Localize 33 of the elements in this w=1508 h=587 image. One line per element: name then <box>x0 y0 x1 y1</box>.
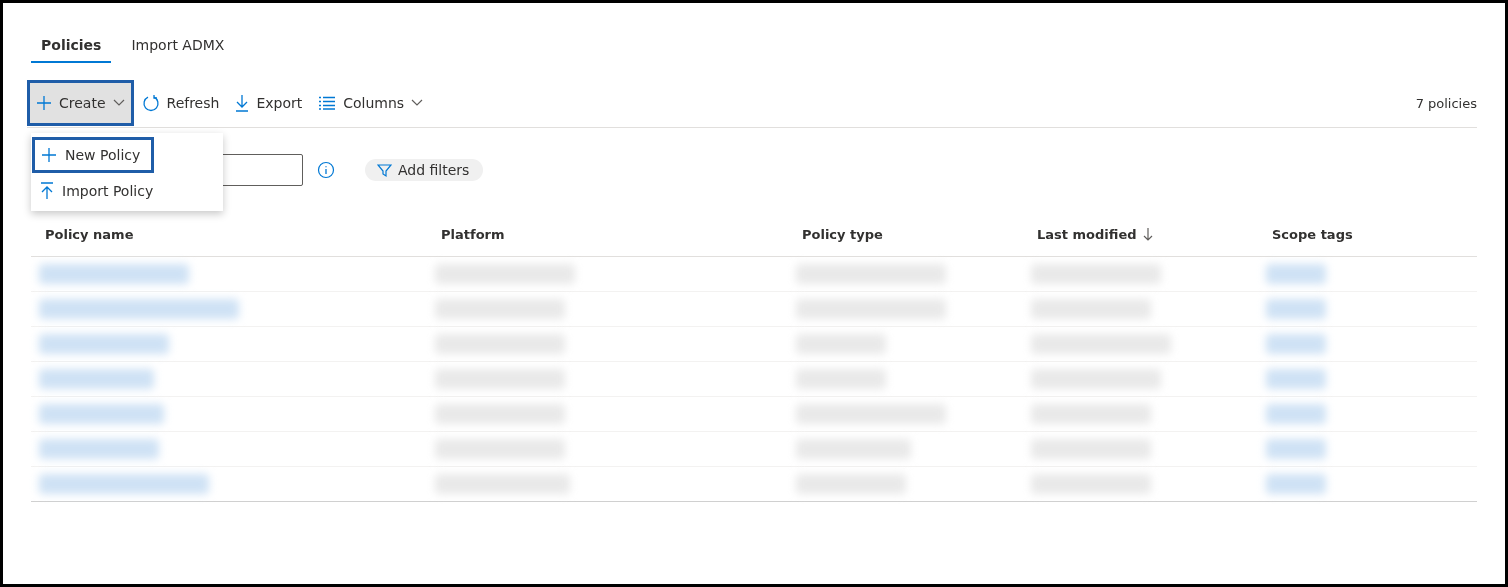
tab[interactable]: Policies <box>31 31 112 63</box>
columns-button[interactable]: Columns <box>310 83 432 123</box>
sort-down-icon <box>1142 227 1153 241</box>
menu-item[interactable]: Import Policy <box>31 173 223 209</box>
column-header[interactable]: Policy name <box>45 226 134 242</box>
download-icon <box>235 94 250 112</box>
blurred-text <box>1266 404 1326 424</box>
create-button[interactable]: Create <box>27 80 134 126</box>
add-filters-button[interactable]: Add filters <box>365 159 484 181</box>
plus-icon <box>41 147 57 163</box>
blurred-text <box>1266 439 1326 459</box>
blurred-text <box>1266 334 1326 354</box>
upload-icon <box>40 182 54 200</box>
column-header[interactable]: Platform <box>441 226 505 242</box>
column-header[interactable]: Last modified <box>1037 226 1137 242</box>
blurred-text <box>1266 474 1326 494</box>
refresh-button[interactable]: Refresh <box>133 83 228 123</box>
chevron-down-icon <box>411 99 424 107</box>
export-button[interactable]: Export <box>227 83 311 123</box>
tab[interactable]: Import ADMX <box>121 31 235 63</box>
blurred-text <box>1266 369 1326 389</box>
filter-icon <box>377 162 392 178</box>
column-header[interactable]: Policy type <box>802 226 883 242</box>
menu-item[interactable]: New Policy <box>32 137 154 173</box>
chevron-down-icon <box>112 99 125 107</box>
policy-count: 7 policies <box>1415 95 1477 111</box>
info-icon <box>317 161 335 179</box>
list-icon <box>318 96 337 110</box>
blurred-text <box>1266 264 1326 284</box>
column-header[interactable]: Scope tags <box>1272 226 1353 242</box>
plus-icon <box>36 95 52 111</box>
refresh-icon <box>141 94 160 112</box>
blurred-text <box>1266 299 1326 319</box>
